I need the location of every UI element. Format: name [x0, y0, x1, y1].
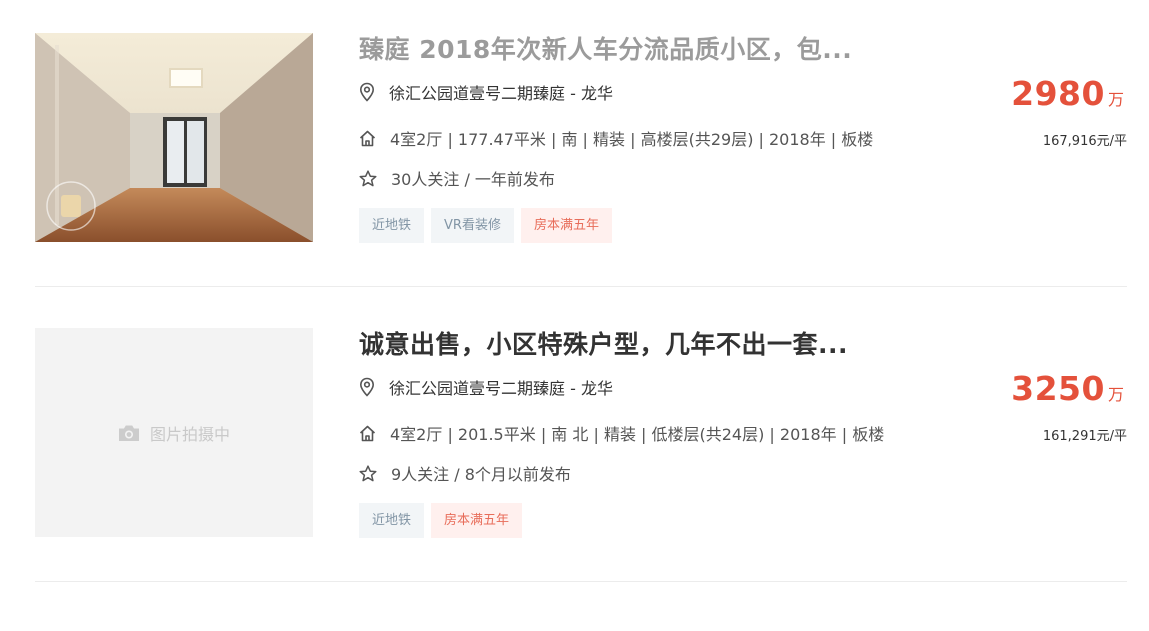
location-pin-icon	[359, 377, 375, 397]
address-row: 徐汇公园道壹号二期臻庭 - 龙华	[359, 375, 613, 399]
divider	[35, 286, 1127, 287]
living-room-photo	[35, 33, 313, 242]
follow-row: 9人关注 / 8个月以前发布	[359, 461, 571, 485]
listing-thumbnail[interactable]	[35, 33, 313, 242]
placeholder-text: 图片拍摄中	[149, 424, 230, 444]
image-placeholder: 图片拍摄中	[118, 421, 230, 445]
vr-icon	[61, 195, 81, 217]
tag-list: 近地铁 VR看装修 房本满五年	[359, 208, 612, 243]
star-icon	[359, 169, 377, 186]
house-info: 4室2厅 | 177.47平米 | 南 | 精装 | 高楼层(共29层) | 2…	[390, 130, 874, 149]
listing-thumbnail[interactable]: 图片拍摄中	[35, 328, 313, 537]
house-info-row: 4室2厅 | 201.5平米 | 南 北 | 精装 | 低楼层(共24层) | …	[359, 421, 884, 445]
tag-tax-free: 房本满五年	[520, 208, 612, 243]
tag-subway: 近地铁	[359, 503, 425, 538]
house-info: 4室2厅 | 201.5平米 | 南 北 | 精装 | 低楼层(共24层) | …	[390, 425, 885, 444]
total-price: 3250 万	[1011, 369, 1124, 408]
total-price: 2980 万	[1011, 74, 1124, 113]
house-info-row: 4室2厅 | 177.47平米 | 南 | 精装 | 高楼层(共29层) | 2…	[359, 126, 873, 150]
follow-info: 30人关注 / 一年前发布	[391, 170, 555, 189]
location-pin-icon	[359, 82, 375, 102]
listing-card: 臻庭 2018年次新人车分流品质小区，包... 徐汇公园道壹号二期臻庭 - 龙华…	[35, 33, 1127, 243]
address-link[interactable]: 徐汇公园道壹号二期臻庭 - 龙华	[389, 375, 613, 399]
house-icon	[359, 130, 376, 146]
divider	[35, 581, 1127, 582]
listing-list: 臻庭 2018年次新人车分流品质小区，包... 徐汇公园道壹号二期臻庭 - 龙华…	[0, 0, 1149, 631]
address-link[interactable]: 徐汇公园道壹号二期臻庭 - 龙华	[389, 80, 613, 104]
unit-price: 167,916元/平	[1042, 134, 1127, 149]
tag-list: 近地铁 房本满五年	[359, 503, 523, 538]
camera-icon	[118, 425, 139, 441]
listing-title[interactable]: 诚意出售，小区特殊户型，几年不出一套...	[359, 325, 848, 361]
address-row: 徐汇公园道壹号二期臻庭 - 龙华	[359, 80, 613, 104]
house-icon	[359, 425, 376, 441]
total-price-unit: 万	[1107, 385, 1124, 404]
tag-vr: VR看装修	[431, 208, 514, 243]
star-icon	[359, 464, 377, 481]
total-price-value: 3250	[1011, 369, 1105, 408]
follow-info: 9人关注 / 8个月以前发布	[391, 465, 571, 484]
listing-card: 图片拍摄中 诚意出售，小区特殊户型，几年不出一套... 徐汇公园道壹号二期臻庭 …	[35, 328, 1127, 538]
unit-price: 161,291元/平	[1042, 429, 1127, 444]
tag-tax-free: 房本满五年	[431, 503, 523, 538]
total-price-value: 2980	[1011, 74, 1105, 113]
listing-title[interactable]: 臻庭 2018年次新人车分流品质小区，包...	[359, 30, 852, 66]
total-price-unit: 万	[1107, 90, 1124, 109]
tag-subway: 近地铁	[359, 208, 425, 243]
follow-row: 30人关注 / 一年前发布	[359, 166, 555, 190]
